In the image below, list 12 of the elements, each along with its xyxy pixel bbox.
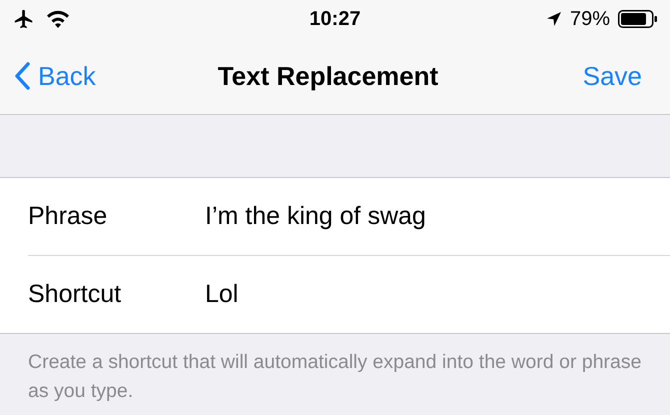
wifi-icon (46, 10, 70, 28)
field-label: Phrase (28, 202, 108, 231)
footer-note: Create a shortcut that will automatically expand into the word or phrase as you type. (27, 350, 642, 404)
text-field[interactable]: I’m the king of swag (205, 202, 625, 231)
chevron-icon (14, 62, 30, 90)
status-time: 10:27 (309, 8, 361, 30)
battery-icon (618, 10, 658, 28)
field-label: Shortcut (28, 280, 122, 309)
location-arrow-icon (546, 11, 562, 27)
text-field[interactable]: Lol (205, 280, 625, 309)
battery-percent: 79% (570, 8, 610, 30)
screen-title: Text Replacement (218, 60, 438, 92)
